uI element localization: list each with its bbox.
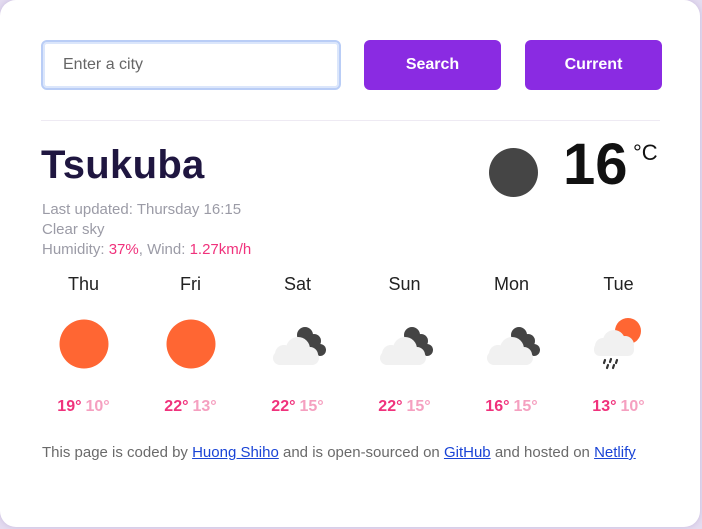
forecast-day-name: Mon <box>493 274 529 294</box>
forecast-high: 19° <box>57 398 82 415</box>
current-details: Last updated: Thursday 16:15 Clear sky H… <box>42 200 251 260</box>
forecast-temps: 22° 13° <box>137 398 244 416</box>
sun-icon <box>156 317 226 371</box>
divider <box>41 120 660 121</box>
forecast-day-name: Tue <box>603 274 634 294</box>
weather-card: Search Current Tsukuba Last updated: Thu… <box>0 0 700 527</box>
forecast-temps: 16° 15° <box>458 398 565 416</box>
forecast-low: 10° <box>85 398 110 415</box>
forecast-day-name: Thu <box>67 274 100 294</box>
sun-icon <box>49 317 119 371</box>
forecast-day-name: Sun <box>388 274 421 294</box>
forecast-temps: 19° 10° <box>30 398 137 416</box>
forecast-day: Tue 13° 10° <box>565 272 672 422</box>
cloudy-icon <box>370 317 440 371</box>
cloudy-icon <box>263 317 333 371</box>
forecast-day: Sat 22° 15° <box>244 272 351 422</box>
temperature-unit: °C <box>633 140 658 165</box>
last-updated: Last updated: Thursday 16:15 <box>42 201 242 218</box>
forecast-temps: 22° 15° <box>351 398 458 416</box>
forecast-high: 22° <box>378 398 403 415</box>
search-form: Search Current <box>41 40 662 90</box>
rain-sun-icon <box>584 317 654 371</box>
forecast-low: 10° <box>620 398 645 415</box>
forecast-high: 16° <box>485 398 510 415</box>
forecast-low: 15° <box>406 398 431 415</box>
forecast-day: Sun 22° 15° <box>351 272 458 422</box>
forecast-temps: 13° 10° <box>565 398 672 416</box>
forecast-high: 13° <box>592 398 617 415</box>
forecast-row: Thu 19° 10° Fri 22° 13° Sat 22° 15° Sun 22° 15° Mon 1… <box>30 272 673 422</box>
forecast-high: 22° <box>164 398 189 415</box>
forecast-day-name: Fri <box>180 274 201 294</box>
cloudy-icon <box>477 317 547 371</box>
forecast-high: 22° <box>271 398 296 415</box>
github-link[interactable]: GitHub <box>444 444 491 461</box>
wind-value: 1.27km/h <box>189 241 252 258</box>
humidity-value: 37% <box>108 241 139 258</box>
forecast-day: Mon 16° 15° <box>458 272 565 422</box>
clear-night-icon <box>489 148 538 197</box>
city-name: Tsukuba <box>41 143 205 187</box>
forecast-temps: 22° 15° <box>244 398 351 416</box>
forecast-day: Thu 19° 10° <box>30 272 137 422</box>
forecast-day: Fri 22° 13° <box>137 272 244 422</box>
current-temperature: 16 <box>563 132 628 197</box>
forecast-day-name: Sat <box>283 274 312 294</box>
forecast-low: 15° <box>299 398 324 415</box>
current-location-button[interactable]: Current <box>525 40 662 90</box>
weather-description: Clear sky <box>42 221 105 238</box>
forecast-low: 15° <box>513 398 538 415</box>
footer: This page is coded by Huong Shiho and is… <box>42 444 636 461</box>
humidity-wind: Humidity: 37%, Wind: 1.27km/h <box>42 241 252 258</box>
author-link[interactable]: Huong Shiho <box>192 444 279 461</box>
search-button[interactable]: Search <box>364 40 501 90</box>
netlify-link[interactable]: Netlify <box>594 444 636 461</box>
forecast-low: 13° <box>192 398 217 415</box>
city-search-input[interactable] <box>41 40 341 90</box>
